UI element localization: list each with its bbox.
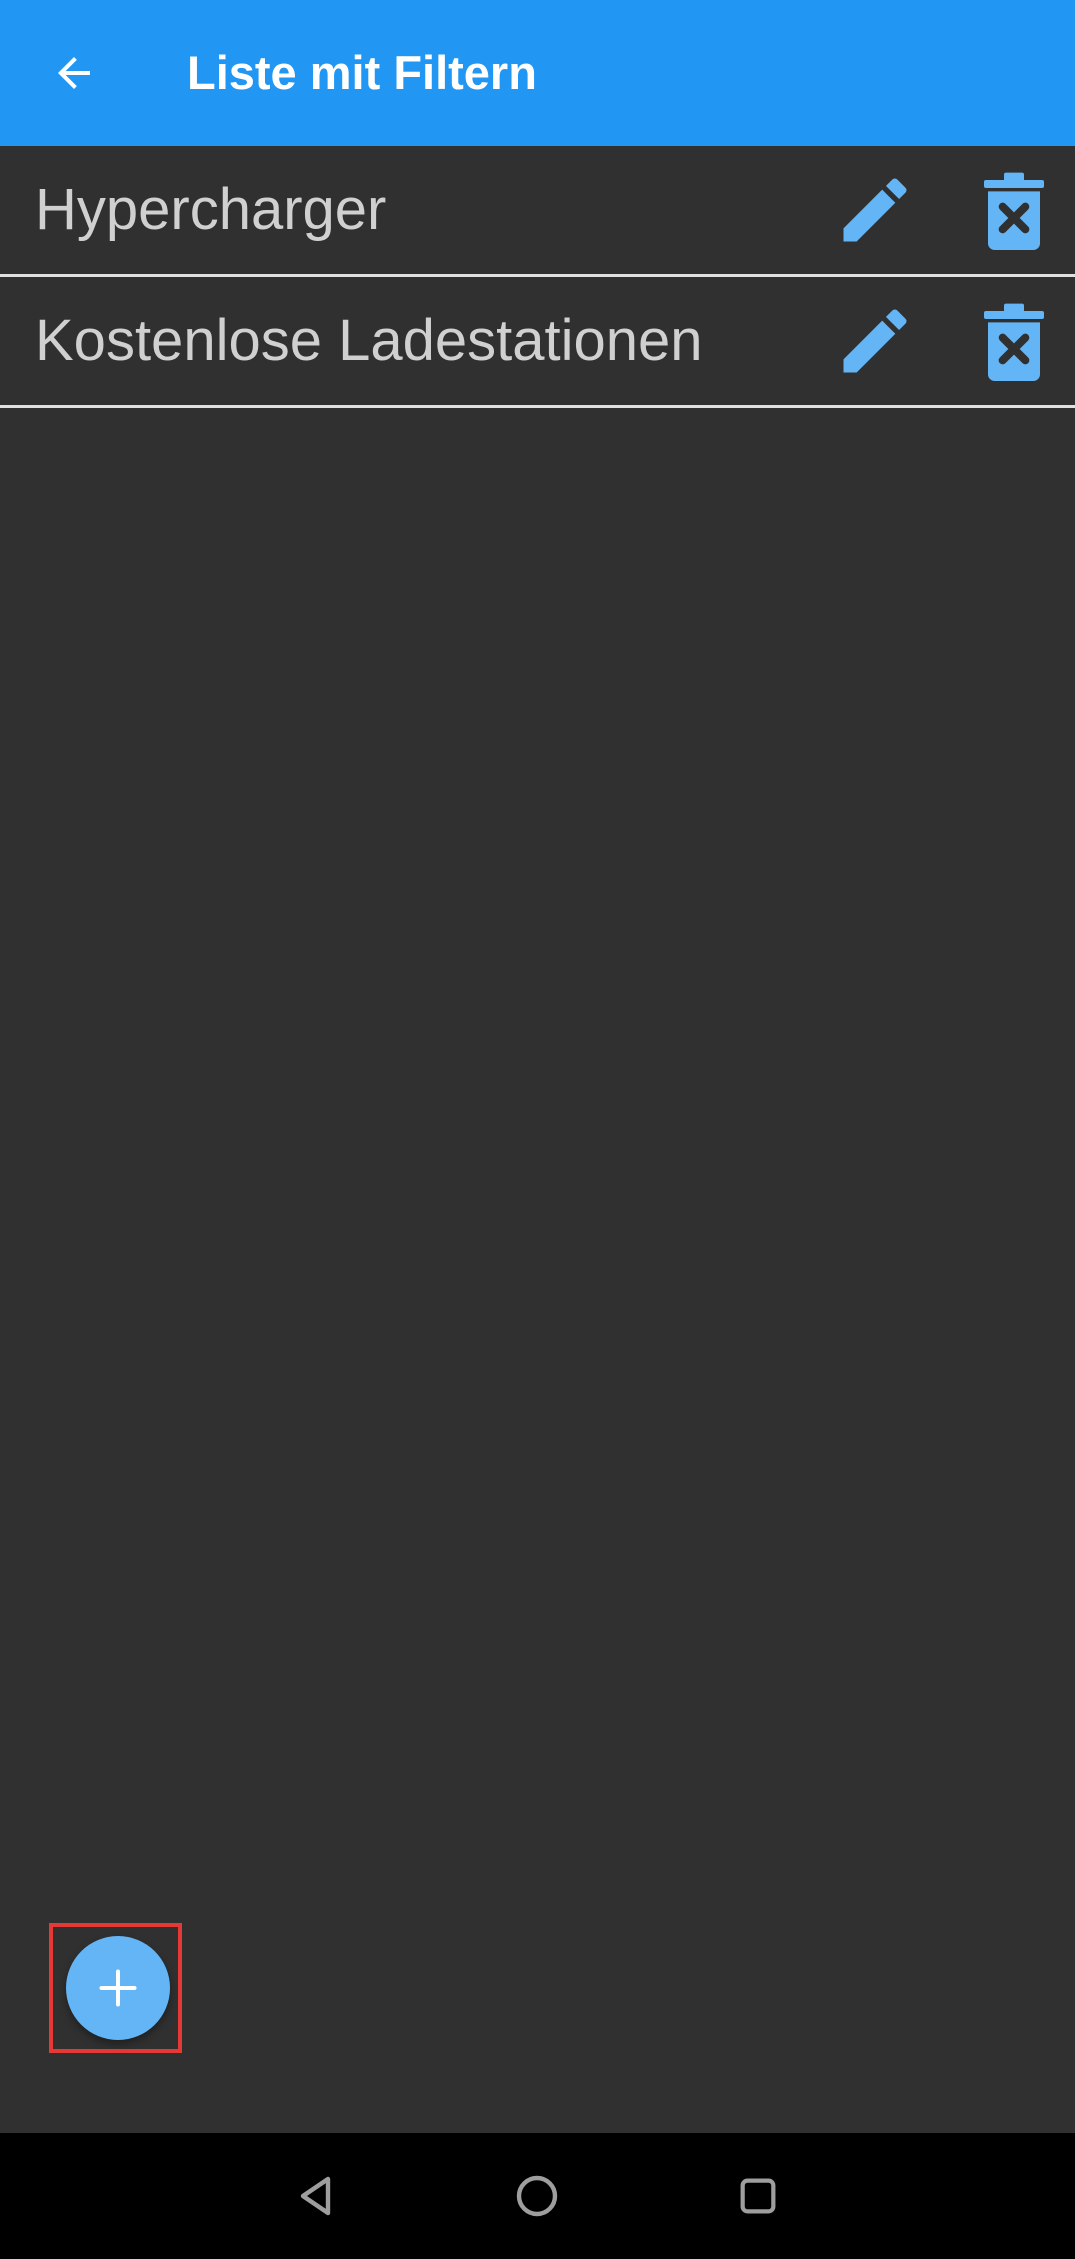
system-home-button[interactable] [497, 2156, 577, 2236]
edit-filter-button[interactable] [830, 168, 920, 252]
triangle-back-icon [300, 2176, 331, 2216]
filter-list: Hypercharger Kostenlose Ladestationen [0, 146, 1075, 408]
back-button[interactable] [30, 29, 118, 117]
plus-icon [99, 1969, 137, 2007]
system-recents-button[interactable] [718, 2156, 798, 2236]
trash-delete-icon [984, 172, 1044, 250]
square-recents-icon [740, 2178, 776, 2214]
system-back-button[interactable] [276, 2156, 356, 2236]
filter-name: Hypercharger [35, 177, 387, 242]
add-filter-button[interactable] [66, 1936, 170, 2040]
circle-home-icon [516, 2175, 558, 2217]
system-nav-bar [0, 2133, 1075, 2259]
pencil-icon [843, 309, 907, 373]
filter-name: Kostenlose Ladestationen [35, 308, 703, 373]
arrow-back-icon [58, 57, 90, 89]
delete-filter-button[interactable] [972, 299, 1056, 383]
page-title: Liste mit Filtern [187, 46, 537, 99]
list-item[interactable]: Kostenlose Ladestationen [0, 277, 1075, 408]
delete-filter-button[interactable] [972, 168, 1056, 252]
pencil-icon [843, 178, 907, 242]
list-item[interactable]: Hypercharger [0, 146, 1075, 277]
app-bar: Liste mit Filtern [0, 0, 1075, 146]
trash-delete-icon [984, 303, 1044, 381]
edit-filter-button[interactable] [830, 299, 920, 383]
app-screen: Liste mit Filtern Hypercharger Kostenlos… [0, 0, 1075, 2259]
